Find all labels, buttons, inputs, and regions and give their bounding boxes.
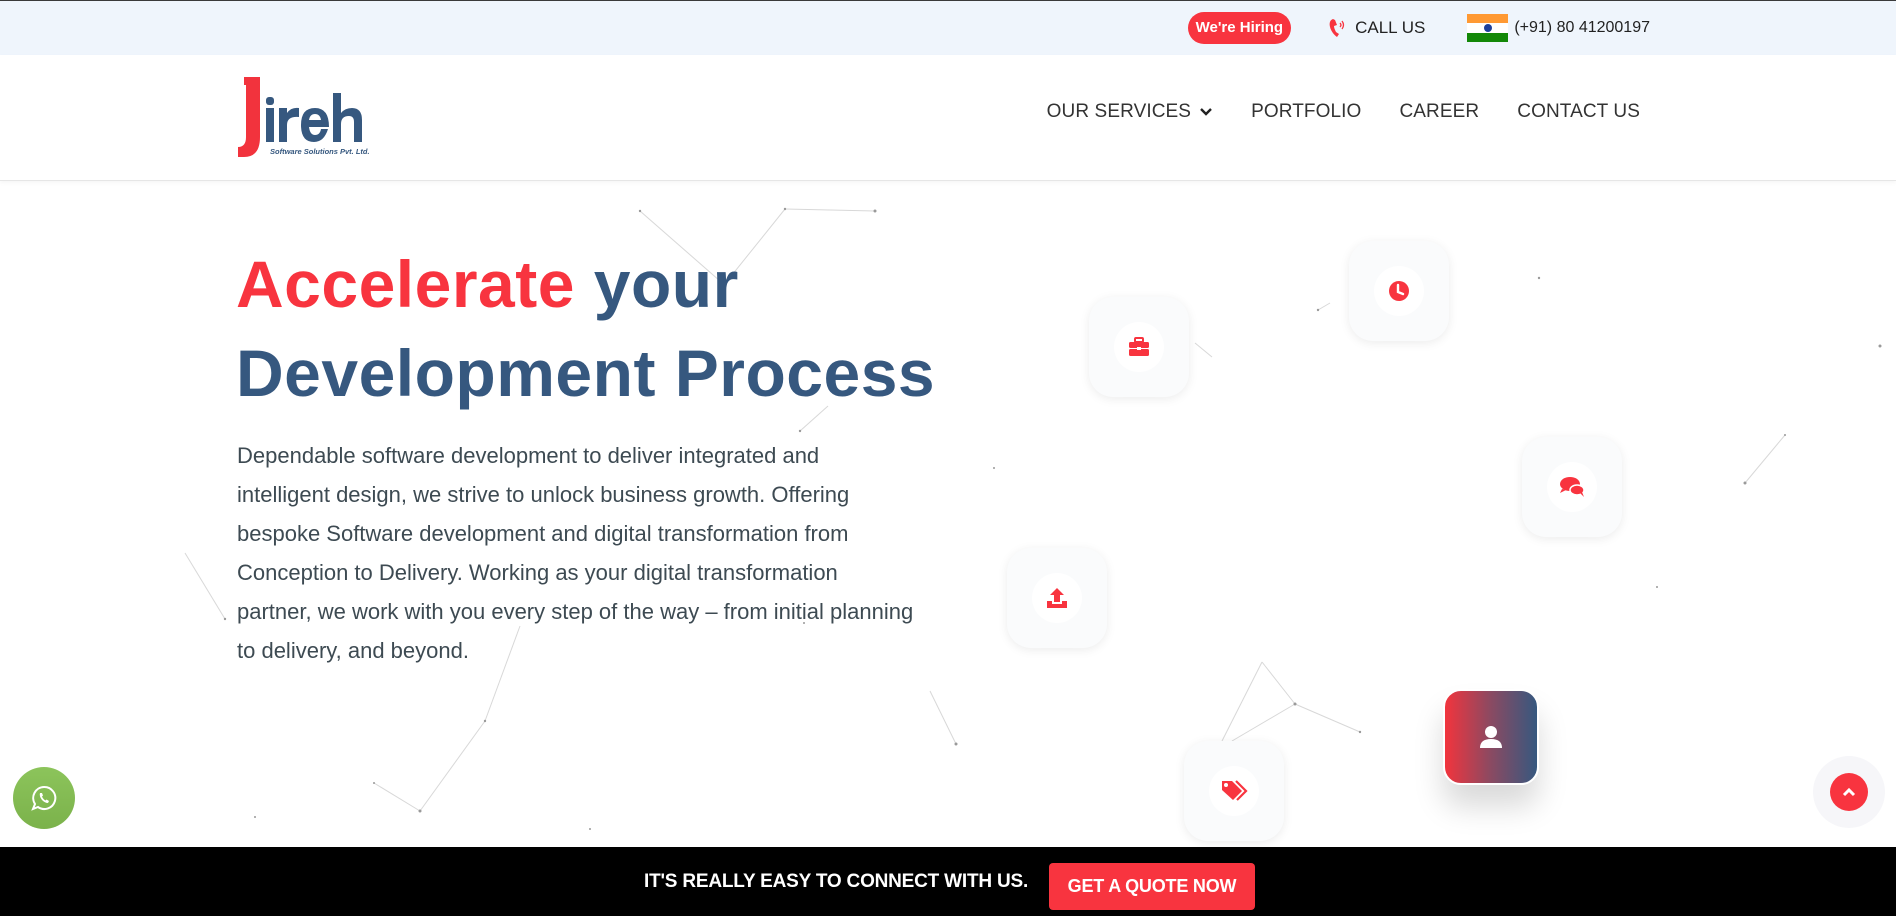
svg-text:Software Solutions Pvt. Ltd.: Software Solutions Pvt. Ltd. bbox=[270, 147, 370, 156]
nav-our-services-label: OUR SERVICES bbox=[1046, 101, 1192, 122]
cta-bottom-bar: IT'S REALLY EASY TO CONNECT WITH US. GET… bbox=[0, 847, 1896, 916]
phone-number: (+91) 80 41200197 bbox=[1514, 19, 1650, 36]
hero-title-line2: Development Process bbox=[236, 336, 936, 410]
call-us-link[interactable]: CALL US bbox=[1327, 17, 1425, 39]
chevron-up-icon bbox=[1842, 787, 1856, 797]
feature-box-chat bbox=[1522, 437, 1622, 537]
nav-career[interactable]: CAREER bbox=[1399, 101, 1479, 123]
top-bar-contact: We're Hiring CALL US (+91) 80 41200197 bbox=[1187, 12, 1650, 44]
tags-icon bbox=[1222, 780, 1248, 801]
main-header: Software Solutions Pvt. Ltd. OUR SERVICE… bbox=[0, 55, 1896, 181]
feature-box-upload bbox=[1007, 548, 1107, 648]
chevron-down-icon bbox=[1200, 108, 1212, 116]
hero-title: Accelerate your Development Process bbox=[236, 240, 935, 418]
company-logo[interactable]: Software Solutions Pvt. Ltd. bbox=[236, 75, 396, 165]
hero-title-line1-rest: your bbox=[574, 247, 739, 321]
nav-our-services[interactable]: OUR SERVICES bbox=[1047, 101, 1213, 123]
feature-box-tags bbox=[1184, 741, 1284, 841]
scroll-to-top-button[interactable] bbox=[1830, 773, 1868, 811]
nav-contact-us[interactable]: CONTACT US bbox=[1517, 101, 1640, 123]
scroll-to-top-wrapper bbox=[1813, 756, 1885, 828]
phone-icon bbox=[1329, 19, 1345, 37]
main-nav: OUR SERVICES PORTFOLIO CAREER CONTACT US bbox=[1047, 101, 1640, 123]
hiring-badge[interactable]: We're Hiring bbox=[1187, 12, 1292, 44]
upload-icon bbox=[1047, 588, 1067, 608]
india-flag-icon bbox=[1467, 14, 1509, 42]
clock-icon bbox=[1389, 281, 1409, 301]
feature-box-user bbox=[1443, 689, 1539, 785]
top-bar: We're Hiring CALL US (+91) 80 41200197 bbox=[0, 0, 1896, 55]
whatsapp-icon bbox=[31, 785, 57, 811]
chat-icon bbox=[1560, 477, 1585, 497]
user-icon bbox=[1480, 726, 1502, 748]
whatsapp-button[interactable] bbox=[13, 767, 75, 829]
feature-box-briefcase bbox=[1089, 297, 1189, 397]
nav-portfolio[interactable]: PORTFOLIO bbox=[1251, 101, 1361, 123]
feature-box-clock bbox=[1349, 241, 1449, 341]
jireh-logo-icon: Software Solutions Pvt. Ltd. bbox=[238, 77, 370, 157]
call-us-label: CALL US bbox=[1355, 18, 1426, 37]
phone-number-link[interactable]: (+91) 80 41200197 bbox=[1467, 14, 1650, 42]
hero-description: Dependable software development to deliv… bbox=[237, 443, 914, 663]
hero-title-accent: Accelerate bbox=[236, 247, 575, 321]
briefcase-icon bbox=[1129, 337, 1149, 356]
cta-text: IT'S REALLY EASY TO CONNECT WITH US. bbox=[644, 871, 1029, 892]
get-quote-button[interactable]: GET A QUOTE NOW bbox=[1049, 863, 1255, 910]
